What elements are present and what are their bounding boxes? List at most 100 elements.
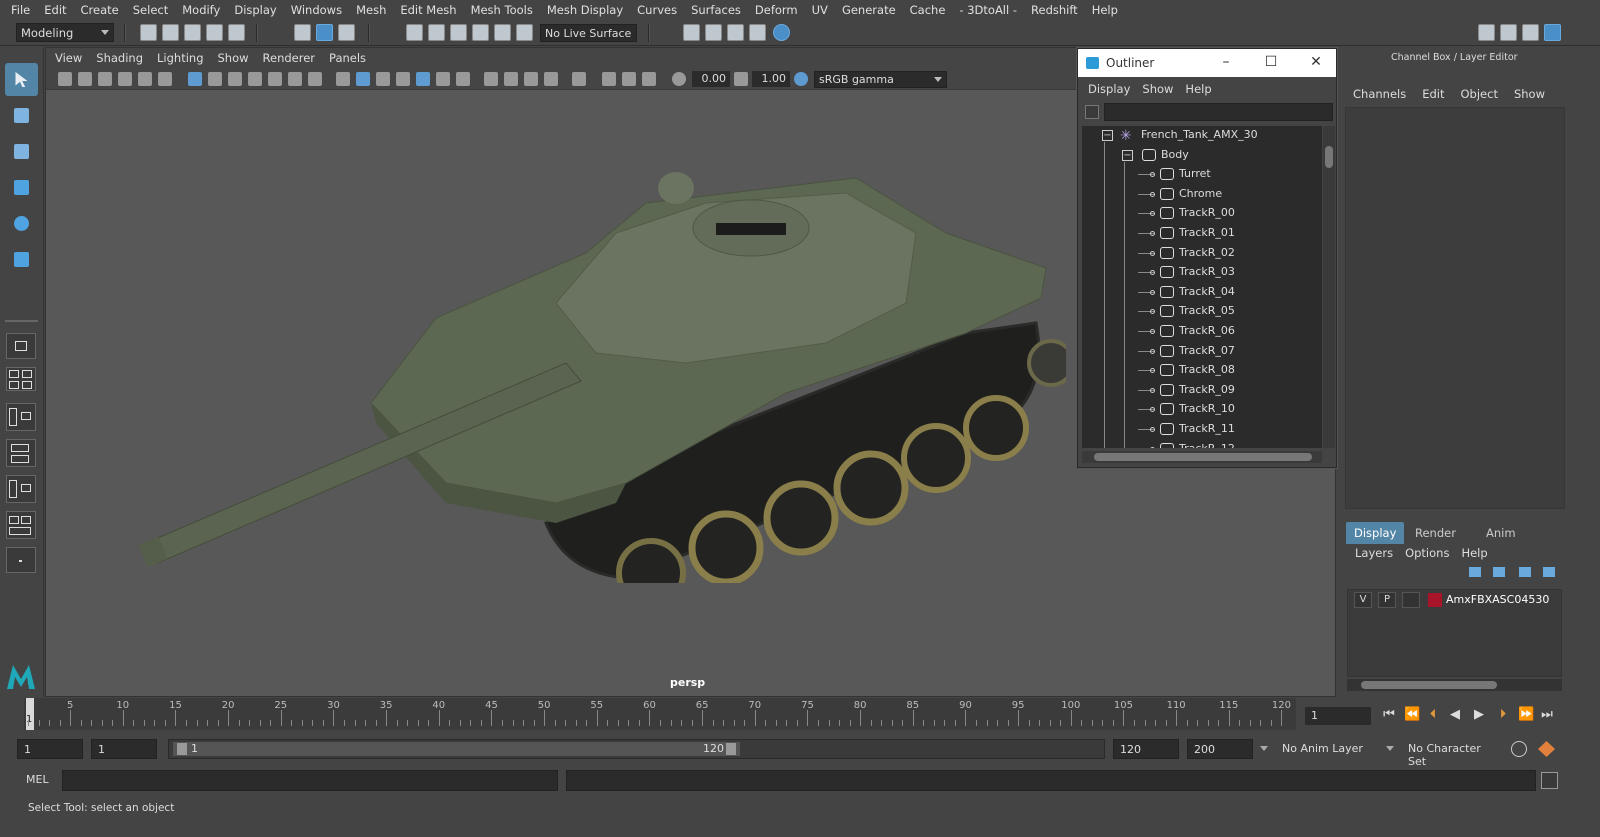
layer-display-type-toggle[interactable]: [1402, 592, 1420, 608]
outliner-menu-display[interactable]: Display: [1082, 82, 1136, 96]
outliner-item[interactable]: TrackR_03: [1082, 263, 1322, 282]
collapse-icon[interactable]: −: [1122, 149, 1133, 161]
scroll-thumb[interactable]: [1361, 681, 1497, 689]
minimize-icon[interactable]: –: [1219, 55, 1233, 69]
viewport-menu-view[interactable]: View: [48, 51, 89, 65]
range-start-handle[interactable]: [177, 743, 187, 755]
new-scene-icon[interactable]: [140, 24, 157, 41]
menu-select[interactable]: Select: [126, 3, 175, 17]
outliner-item[interactable]: TrackR_05: [1082, 302, 1322, 321]
search-options-icon[interactable]: [1085, 105, 1099, 119]
gate-mask-icon[interactable]: [248, 72, 262, 86]
snap-point-icon[interactable]: [450, 24, 467, 41]
play-backwards-icon[interactable]: ◀: [1448, 708, 1462, 722]
channel-menu-channels[interactable]: Channels: [1345, 87, 1414, 101]
outliner-item[interactable]: Chrome: [1082, 185, 1322, 204]
snap-curve-icon[interactable]: [428, 24, 445, 41]
grid-icon[interactable]: [188, 72, 202, 86]
channel-menu-edit[interactable]: Edit: [1414, 87, 1452, 101]
viewport-menu-shading[interactable]: Shading: [89, 51, 150, 65]
scroll-thumb[interactable]: [1094, 453, 1312, 461]
lasso-tool-icon[interactable]: [5, 99, 38, 132]
wireframe-icon[interactable]: [336, 72, 350, 86]
outliner-item[interactable]: TrackR_10: [1082, 400, 1322, 419]
outliner-item-group[interactable]: − Body: [1082, 146, 1322, 165]
layer-horizontal-scrollbar[interactable]: [1347, 679, 1562, 691]
close-icon[interactable]: ✕: [1309, 55, 1323, 69]
character-set-dropdown[interactable]: No Character Set: [1402, 739, 1508, 768]
menu-mesh-display[interactable]: Mesh Display: [540, 3, 630, 17]
new-layer-from-selection-icon[interactable]: [1543, 567, 1555, 577]
layer-menu-layers[interactable]: Layers: [1349, 546, 1399, 560]
tab-anim[interactable]: Anim: [1478, 522, 1524, 544]
smooth-shade-icon[interactable]: [356, 72, 370, 86]
step-forward-frame-icon[interactable]: ⏩: [1518, 708, 1534, 722]
script-editor-icon[interactable]: [1541, 772, 1558, 789]
camera-attributes-icon[interactable]: [78, 72, 92, 86]
time-ruler[interactable]: 1 5 10 15 20 25 30 35 40 45 50 55 60 65 70 75 80 85 90 95 1…: [24, 698, 1296, 730]
range-slider-fill[interactable]: [173, 742, 740, 756]
color-management-icon[interactable]: [794, 72, 808, 86]
xray-icon[interactable]: [572, 72, 586, 86]
animation-start-field[interactable]: 1: [17, 739, 83, 759]
outliner-item[interactable]: TrackR_12: [1082, 440, 1322, 448]
current-frame-field[interactable]: 1: [1305, 707, 1371, 725]
step-back-frame-icon[interactable]: ⏪: [1404, 708, 1420, 722]
uv-editor-layout-icon[interactable]: [6, 511, 36, 539]
channel-menu-object[interactable]: Object: [1453, 87, 1506, 101]
two-d-pan-zoom-icon[interactable]: [138, 72, 152, 86]
render-settings-icon[interactable]: [749, 24, 766, 41]
snap-view-plane-icon[interactable]: [472, 24, 489, 41]
command-input[interactable]: [62, 770, 558, 791]
menu-generate[interactable]: Generate: [835, 3, 903, 17]
render-current-icon[interactable]: [705, 24, 722, 41]
history-icon[interactable]: [516, 24, 533, 41]
exposure-field[interactable]: 0.00: [692, 71, 730, 87]
menu-windows[interactable]: Windows: [284, 3, 349, 17]
gamma-icon[interactable]: [734, 72, 748, 86]
go-to-end-icon[interactable]: ⏭: [1540, 708, 1554, 722]
live-surface-field[interactable]: No Live Surface: [540, 24, 637, 42]
film-gate-icon[interactable]: [208, 72, 222, 86]
hypershade-icon[interactable]: [773, 24, 790, 41]
menu-edit-mesh[interactable]: Edit Mesh: [393, 3, 463, 17]
menu-surfaces[interactable]: Surfaces: [684, 3, 748, 17]
layer-menu-help[interactable]: Help: [1455, 546, 1493, 560]
chevron-down-icon[interactable]: [1260, 746, 1268, 751]
select-tool-icon[interactable]: [5, 63, 38, 96]
wireframe-on-shaded-icon[interactable]: [376, 72, 390, 86]
textured-icon[interactable]: [396, 72, 410, 86]
chevron-down-icon[interactable]: [1386, 746, 1394, 751]
viewport-menu-lighting[interactable]: Lighting: [150, 51, 210, 65]
menu-deform[interactable]: Deform: [748, 3, 805, 17]
undo-icon[interactable]: [206, 24, 223, 41]
backface-culling-icon[interactable]: [642, 72, 656, 86]
field-chart-icon[interactable]: [268, 72, 282, 86]
shadows-icon[interactable]: [436, 72, 450, 86]
new-empty-layer-icon[interactable]: [1519, 567, 1531, 577]
menu-set-dropdown[interactable]: Modeling: [16, 23, 114, 42]
render-view-icon[interactable]: [683, 24, 700, 41]
layer-playback-toggle[interactable]: P: [1378, 592, 1396, 608]
menu-cache[interactable]: Cache: [903, 3, 953, 17]
outliner-item[interactable]: TrackR_07: [1082, 342, 1322, 361]
move-layer-down-icon[interactable]: [1493, 567, 1505, 577]
paint-select-icon[interactable]: [5, 135, 38, 168]
menu-file[interactable]: File: [4, 3, 37, 17]
range-end-handle[interactable]: [726, 743, 736, 755]
rotate-tool-icon[interactable]: [5, 207, 38, 240]
scale-tool-icon[interactable]: [5, 243, 38, 276]
range-slider[interactable]: 1 120: [168, 739, 1105, 759]
hypershade-layout-icon[interactable]: [6, 475, 36, 503]
menu-uv[interactable]: UV: [805, 3, 835, 17]
outliner-menu-show[interactable]: Show: [1136, 82, 1179, 96]
snap-grid-icon[interactable]: [406, 24, 423, 41]
maximize-icon[interactable]: ☐: [1264, 55, 1278, 69]
menu-display[interactable]: Display: [227, 3, 283, 17]
screen-space-ao-icon[interactable]: [456, 72, 470, 86]
camera-select-icon[interactable]: [58, 72, 72, 86]
persp-outliner-layout-icon[interactable]: [6, 403, 36, 431]
resolution-gate-icon[interactable]: [228, 72, 242, 86]
menu-help[interactable]: Help: [1085, 3, 1125, 17]
multisample-aa-icon[interactable]: [504, 72, 518, 86]
